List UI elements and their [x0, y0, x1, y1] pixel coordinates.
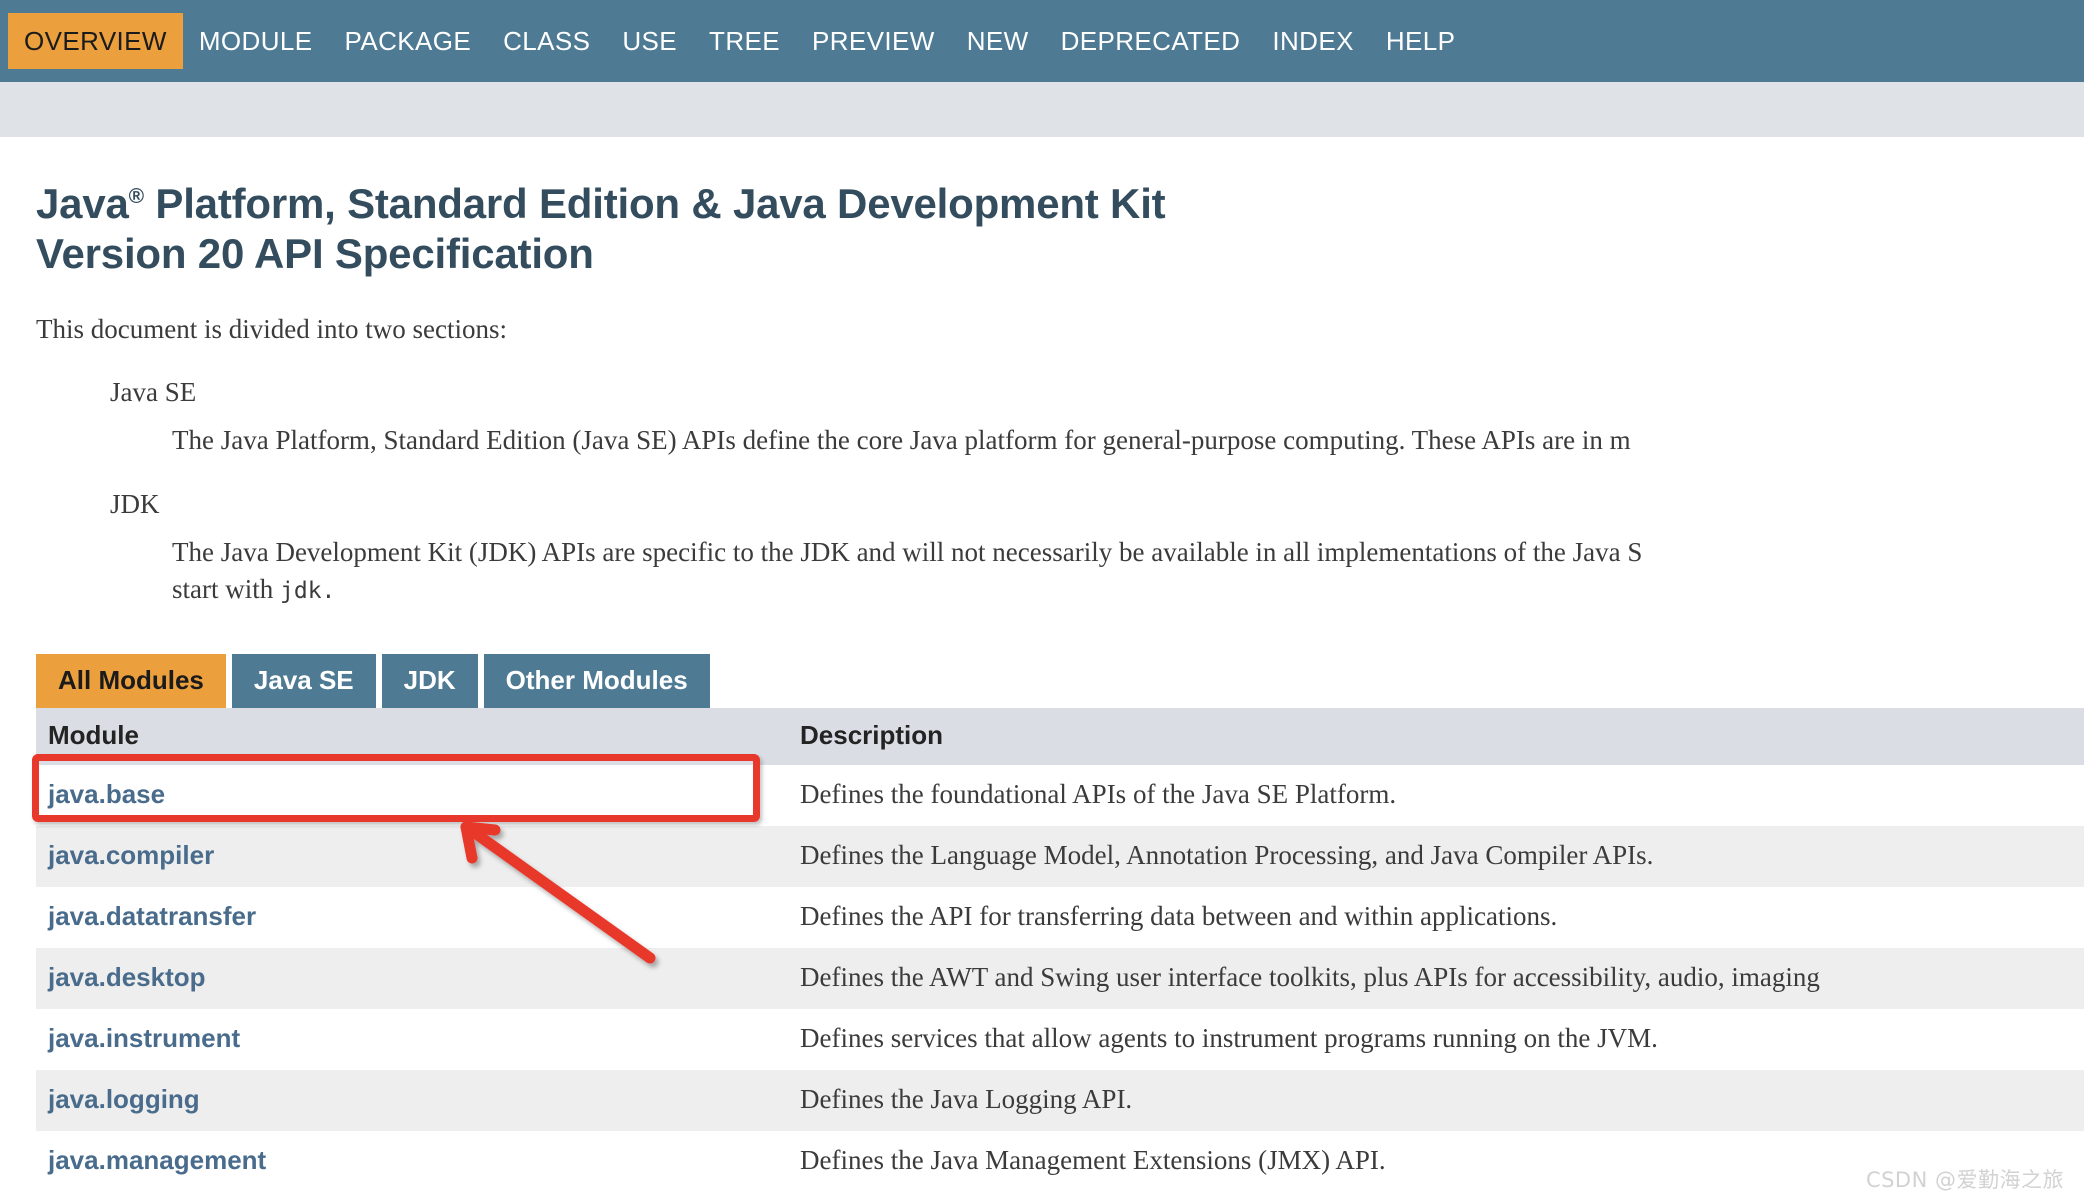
nav-item-module[interactable]: MODULE — [183, 13, 329, 69]
table-cell-description: Defines the AWT and Swing user interface… — [788, 947, 2084, 1009]
module-link-java-instrument[interactable]: java.instrument — [48, 1023, 240, 1053]
nav-item-class[interactable]: CLASS — [487, 13, 606, 69]
table-cell-module: java.datatransfer — [36, 886, 788, 948]
table-cell-description: Defines the API for transferring data be… — [788, 886, 2084, 948]
nav-item-help[interactable]: HELP — [1370, 13, 1472, 69]
table-cell-module: java.base — [36, 764, 788, 826]
table-row[interactable]: java.base Defines the foundational APIs … — [36, 764, 2084, 826]
table-cell-description: Defines the foundational APIs of the Jav… — [788, 764, 2084, 826]
module-link-java-desktop[interactable]: java.desktop — [48, 962, 206, 992]
page-title-line1: Java® Platform, Standard Edition & Java … — [36, 180, 1166, 227]
column-header-description: Description — [788, 707, 2084, 765]
definition-desc-jdk: The Java Development Kit (JDK) APIs are … — [36, 522, 2084, 607]
nav-item-use[interactable]: USE — [606, 13, 693, 69]
definition-desc-java-se: The Java Platform, Standard Edition (Jav… — [172, 425, 1631, 456]
module-link-java-compiler[interactable]: java.compiler — [48, 840, 214, 870]
table-row[interactable]: java.management Defines the Java Managem… — [36, 1130, 2084, 1192]
nav-item-preview[interactable]: PREVIEW — [796, 13, 951, 69]
nav-item-index[interactable]: INDEX — [1256, 13, 1369, 69]
module-link-java-logging[interactable]: java.logging — [48, 1084, 200, 1114]
module-link-java-management[interactable]: java.management — [48, 1145, 266, 1175]
definition-term-java-se: Java SE — [110, 377, 197, 408]
definition-desc-jdk-part1: The Java Development Kit (JDK) APIs are … — [172, 537, 1643, 568]
table-cell-description: Defines the Java Logging API. — [788, 1069, 2084, 1131]
registered-trademark-icon: ® — [128, 185, 144, 208]
module-link-java-datatransfer[interactable]: java.datatransfer — [48, 901, 256, 931]
table-cell-description: Defines services that allow agents to in… — [788, 1008, 2084, 1070]
table-header-row: Module Description — [36, 707, 2084, 765]
table-cell-module: java.management — [36, 1130, 788, 1192]
sub-navigation-bar — [0, 82, 2084, 137]
tab-java-se[interactable]: Java SE — [231, 653, 376, 708]
table-row[interactable]: java.datatransfer Defines the API for tr… — [36, 886, 2084, 948]
definition-term-jdk: JDK — [110, 489, 160, 519]
page-title-line2: Version 20 API Specification — [36, 229, 594, 277]
top-navigation-list: OVERVIEW MODULE PACKAGE CLASS USE TREE P… — [8, 13, 1471, 69]
table-row[interactable]: java.desktop Defines the AWT and Swing u… — [36, 947, 2084, 1009]
table-row[interactable]: java.logging Defines the Java Logging AP… — [36, 1069, 2084, 1131]
nav-item-tree[interactable]: TREE — [693, 13, 796, 69]
tab-other-modules[interactable]: Other Modules — [483, 653, 710, 708]
tab-all-modules[interactable]: All Modules — [36, 653, 226, 708]
definition-list: Java SE The Java Platform, Standard Edit… — [36, 347, 2084, 607]
top-navigation-bar: OVERVIEW MODULE PACKAGE CLASS USE TREE P… — [0, 0, 2084, 82]
nav-item-deprecated[interactable]: DEPRECATED — [1045, 13, 1257, 69]
table-row[interactable]: java.compiler Defines the Language Model… — [36, 825, 2084, 887]
module-summary-table: Module Description java.base Defines the… — [36, 707, 2084, 1192]
page-title-java: Java — [36, 180, 129, 227]
table-cell-module: java.instrument — [36, 1008, 788, 1070]
module-link-java-base[interactable]: java.base — [48, 779, 165, 809]
table-cell-module: java.logging — [36, 1069, 788, 1131]
nav-item-package[interactable]: PACKAGE — [329, 13, 488, 69]
definition-desc-jdk-code: jdk. — [280, 577, 336, 604]
table-body: java.base Defines the foundational APIs … — [36, 764, 2084, 1192]
table-row[interactable]: java.instrument Defines services that al… — [36, 1008, 2084, 1070]
page-title: Java® Platform, Standard Edition & Java … — [36, 137, 2084, 278]
watermark: CSDN @爱勤海之旅 — [1865, 1168, 2064, 1192]
table-cell-module: java.compiler — [36, 825, 788, 887]
module-filter-tabs: All Modules Java SE JDK Other Modules — [36, 653, 2084, 708]
tab-jdk[interactable]: JDK — [381, 653, 478, 708]
definition-desc-jdk-part2: start with — [172, 573, 280, 604]
column-header-module: Module — [36, 707, 788, 765]
nav-item-overview[interactable]: OVERVIEW — [8, 13, 183, 69]
main-content: Java® Platform, Standard Edition & Java … — [0, 137, 2084, 1192]
intro-paragraph: This document is divided into two sectio… — [36, 314, 507, 345]
table-cell-module: java.desktop — [36, 947, 788, 1009]
page-title-rest: Platform, Standard Edition & Java Develo… — [143, 180, 1166, 227]
table-cell-description: Defines the Language Model, Annotation P… — [788, 825, 2084, 887]
nav-item-new[interactable]: NEW — [951, 13, 1045, 69]
